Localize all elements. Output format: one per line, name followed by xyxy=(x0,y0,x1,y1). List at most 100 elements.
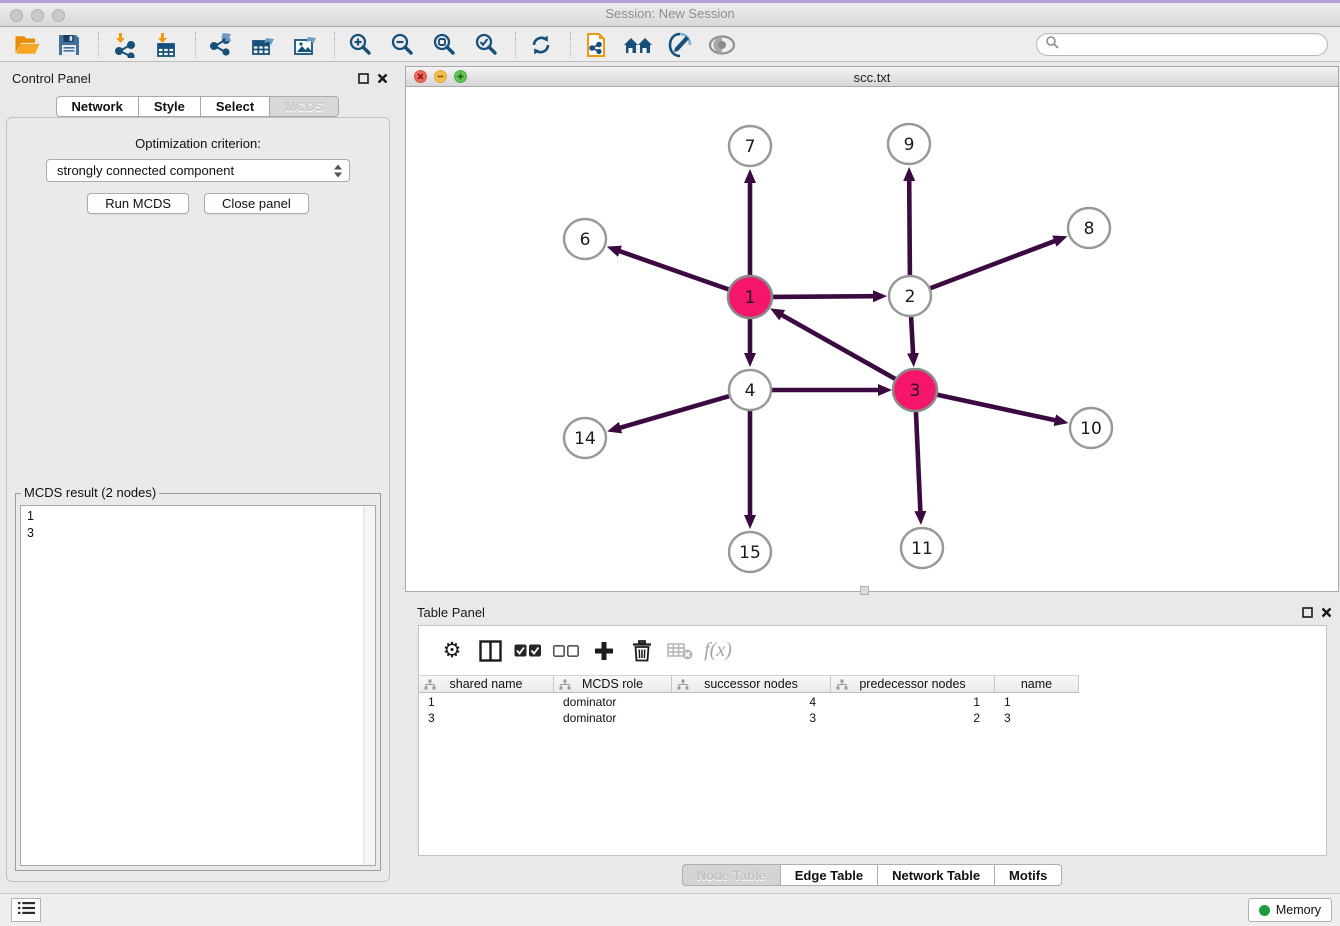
close-panel-icon[interactable] xyxy=(1321,605,1332,623)
tree-icon xyxy=(559,679,571,691)
cell-shared-name[interactable]: 3 xyxy=(419,710,554,726)
duplicate-network-icon[interactable] xyxy=(581,31,611,59)
node-2[interactable]: 2 xyxy=(889,276,931,316)
svg-text:7: 7 xyxy=(745,137,756,157)
edge-2-3[interactable] xyxy=(911,317,913,354)
list-icon xyxy=(18,901,35,920)
gear-icon[interactable]: ⚙ xyxy=(433,634,471,668)
network-title: scc.txt xyxy=(406,70,1338,85)
tab-network-table[interactable]: Network Table xyxy=(877,864,995,886)
column-header-shared-name[interactable]: shared name xyxy=(419,676,554,692)
cell-predecessor-nodes[interactable]: 1 xyxy=(831,694,995,710)
edge-2-9[interactable] xyxy=(909,180,910,275)
edge-2-8[interactable] xyxy=(930,241,1056,289)
add-column-icon[interactable] xyxy=(585,634,623,668)
delete-column-icon[interactable] xyxy=(623,634,661,668)
import-network-icon[interactable] xyxy=(109,31,139,59)
column-header-predecessor-nodes[interactable]: predecessor nodes xyxy=(831,676,995,692)
svg-text:2: 2 xyxy=(905,287,916,307)
edge-3-1[interactable] xyxy=(781,315,896,380)
cell-name[interactable]: 1 xyxy=(995,694,1079,710)
export-network-icon[interactable] xyxy=(206,31,236,59)
tab-select[interactable]: Select xyxy=(200,96,270,117)
control-panel-header: Control Panel xyxy=(0,63,396,93)
node-6[interactable]: 6 xyxy=(564,219,606,259)
svg-text:9: 9 xyxy=(904,135,915,155)
node-table-container: ⚙ f(x) xyxy=(418,625,1327,856)
control-panel-title: Control Panel xyxy=(12,71,91,86)
node-1[interactable]: 1 xyxy=(728,276,772,318)
node-7[interactable]: 7 xyxy=(729,126,771,166)
tab-edge-table[interactable]: Edge Table xyxy=(780,864,878,886)
close-panel-button[interactable]: Close panel xyxy=(204,193,309,214)
cell-mcds-role[interactable]: dominator xyxy=(554,710,672,726)
table-row[interactable]: 3dominator323 xyxy=(419,710,1326,726)
zoom-selected-icon[interactable] xyxy=(471,31,501,59)
run-mcds-button[interactable]: Run MCDS xyxy=(87,193,189,214)
splitter-handle[interactable] xyxy=(860,586,869,595)
open-folder-icon[interactable] xyxy=(12,31,42,59)
style-brush-icon[interactable] xyxy=(665,31,695,59)
cell-successor-nodes[interactable]: 4 xyxy=(672,694,831,710)
cell-successor-nodes[interactable]: 3 xyxy=(672,710,831,726)
node-10[interactable]: 10 xyxy=(1070,408,1112,448)
split-columns-icon[interactable] xyxy=(471,634,509,668)
edge-4-14[interactable] xyxy=(620,396,730,428)
float-panel-icon[interactable] xyxy=(358,71,369,89)
table-body: 1dominator4113dominator323 xyxy=(419,694,1326,726)
mcds-result-title: MCDS result (2 nodes) xyxy=(21,485,159,500)
tab-mcds[interactable]: MCDS xyxy=(269,96,339,117)
node-11[interactable]: 11 xyxy=(901,528,943,568)
edge-3-11[interactable] xyxy=(916,411,921,512)
eye-icon[interactable] xyxy=(707,31,737,59)
chevron-updown-icon xyxy=(334,164,342,177)
import-table-icon[interactable] xyxy=(151,31,181,59)
cell-mcds-role[interactable]: dominator xyxy=(554,694,672,710)
select-all-icon[interactable] xyxy=(509,634,547,668)
network-graph[interactable]: 1 2 3 4 6 7 8 9 10 11 14 15 xyxy=(406,87,1338,592)
svg-text:1: 1 xyxy=(745,288,756,308)
edge-3-10[interactable] xyxy=(936,394,1056,420)
tab-motifs[interactable]: Motifs xyxy=(994,864,1062,886)
mcds-result-text[interactable]: 1 3 xyxy=(20,505,376,866)
save-icon[interactable] xyxy=(54,31,84,59)
houses-icon[interactable] xyxy=(623,31,653,59)
node-4[interactable]: 4 xyxy=(729,370,771,410)
optimization-criterion-select[interactable]: strongly connected component xyxy=(46,159,350,182)
table-row[interactable]: 1dominator411 xyxy=(419,694,1326,710)
zoom-fit-icon[interactable] xyxy=(429,31,459,59)
task-history-button[interactable] xyxy=(11,898,41,922)
network-view-window: scc.txt 1 2 3 4 6 7 8 9 10 11 14 15 xyxy=(405,66,1339,592)
export-table-icon[interactable] xyxy=(248,31,278,59)
column-header-name[interactable]: name xyxy=(995,676,1079,692)
zoom-in-icon[interactable] xyxy=(345,31,375,59)
zoom-out-icon[interactable] xyxy=(387,31,417,59)
deselect-all-icon[interactable] xyxy=(547,634,585,668)
node-14[interactable]: 14 xyxy=(564,418,606,458)
node-8[interactable]: 8 xyxy=(1068,208,1110,248)
edge-1-6[interactable] xyxy=(619,251,730,290)
cell-name[interactable]: 3 xyxy=(995,710,1079,726)
column-header-successor-nodes[interactable]: successor nodes xyxy=(672,676,831,692)
svg-text:6: 6 xyxy=(580,230,591,250)
network-canvas[interactable]: 1 2 3 4 6 7 8 9 10 11 14 15 xyxy=(406,87,1338,591)
network-window-titlebar: scc.txt xyxy=(406,67,1338,87)
cell-shared-name[interactable]: 1 xyxy=(419,694,554,710)
node-9[interactable]: 9 xyxy=(888,124,930,164)
tab-network[interactable]: Network xyxy=(56,96,139,117)
column-header-mcds-role[interactable]: MCDS role xyxy=(554,676,672,692)
node-3[interactable]: 3 xyxy=(893,369,937,411)
table-panel: Table Panel ⚙ xyxy=(405,597,1340,889)
tab-node-table[interactable]: Node Table xyxy=(682,864,781,886)
result-scrollbar[interactable] xyxy=(363,506,375,865)
node-15[interactable]: 15 xyxy=(729,532,771,572)
edge-1-2[interactable] xyxy=(771,296,874,297)
float-panel-icon[interactable] xyxy=(1302,605,1313,623)
export-image-icon[interactable] xyxy=(290,31,320,59)
memory-button[interactable]: Memory xyxy=(1248,898,1332,922)
search-input[interactable] xyxy=(1059,35,1327,54)
close-panel-icon[interactable] xyxy=(377,71,388,89)
cell-predecessor-nodes[interactable]: 2 xyxy=(831,710,995,726)
tab-style[interactable]: Style xyxy=(138,96,201,117)
refresh-icon[interactable] xyxy=(526,31,556,59)
